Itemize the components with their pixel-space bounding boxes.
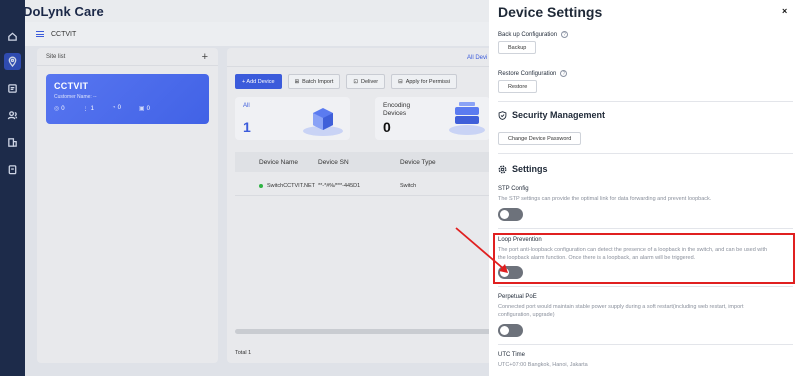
- perpetual-poe-title: Perpetual PoE: [498, 294, 537, 300]
- utc-time-value[interactable]: UTC+07:00 Bangkok, Hanoi, Jakarta: [498, 362, 773, 370]
- deliver-button[interactable]: ⊡ Deliver: [346, 74, 386, 89]
- list-icon[interactable]: [4, 80, 21, 97]
- site-stat-cameras: ◎ 0: [54, 106, 65, 112]
- restore-config-label: Restore Configuration ?: [498, 70, 568, 77]
- section-divider: [498, 228, 793, 229]
- building-icon[interactable]: [4, 134, 21, 151]
- brand-name: DoLynk Care: [23, 4, 104, 19]
- tab-divider: [227, 66, 492, 67]
- breadcrumb: CCTVIT: [25, 22, 500, 46]
- drawer-title: Device Settings: [498, 4, 603, 20]
- add-device-button[interactable]: + Add Device: [235, 74, 282, 89]
- perpetual-poe-toggle[interactable]: [498, 324, 523, 337]
- change-password-button[interactable]: Change Device Password: [498, 132, 582, 145]
- apply-permission-button[interactable]: ⊟ Apply for Permissi: [391, 74, 458, 89]
- column-device-type[interactable]: Device Type: [400, 159, 490, 166]
- section-divider: [498, 286, 793, 287]
- devices-illustration-icon: [303, 108, 343, 136]
- site-stat-switches: ⋮ 1: [82, 106, 94, 112]
- stat-all-value: 1: [243, 119, 251, 135]
- site-name: CCTVIT: [54, 81, 89, 91]
- help-icon[interactable]: ?: [560, 70, 568, 77]
- backup-config-label: Back up Configuration ?: [498, 31, 569, 38]
- perpetual-poe-description: Connected port would maintain stable pow…: [498, 304, 744, 318]
- location-pin-icon[interactable]: [4, 53, 21, 70]
- horizontal-scrollbar[interactable]: [235, 329, 492, 334]
- close-icon[interactable]: ×: [782, 6, 787, 16]
- batch-import-button[interactable]: ⊞ Batch Import: [287, 74, 341, 89]
- section-divider: [498, 153, 793, 154]
- settings-section-title: Settings: [498, 164, 548, 174]
- stat-encoding-label: Encoding Devices: [383, 102, 411, 117]
- site-list-panel: Site list + CCTVIT Customer Name: -- ◎ 0 …: [37, 48, 218, 363]
- clipboard-icon[interactable]: [4, 161, 21, 178]
- deliver-icon: ⊡: [353, 78, 358, 85]
- loop-prevention-highlight-box: [493, 233, 795, 284]
- section-divider: [498, 101, 793, 102]
- device-name-cell: SwitchCCTVIT.NET: [235, 183, 318, 189]
- recorder-icon: ▣: [138, 106, 145, 112]
- shield-icon: [498, 110, 507, 120]
- stat-card-encoding[interactable]: Encoding Devices 0: [375, 97, 490, 140]
- home-icon[interactable]: [4, 28, 21, 45]
- tab-all-devices[interactable]: All Devi: [467, 55, 487, 61]
- menu-icon[interactable]: [36, 31, 44, 37]
- column-device-sn[interactable]: Device SN: [318, 159, 400, 166]
- permission-icon: ⊟: [398, 78, 403, 85]
- stat-card-all[interactable]: All 1: [235, 97, 350, 140]
- import-icon: ⊞: [294, 78, 300, 85]
- device-settings-drawer: Device Settings × Back up Configuration …: [489, 0, 800, 376]
- gear-icon: [498, 165, 507, 173]
- site-stats: ◎ 0 ⋮ 1 ◔ 0 ▣ 0: [54, 105, 201, 112]
- security-section-title: Security Management: [498, 110, 605, 120]
- add-site-button[interactable]: +: [202, 51, 208, 63]
- stp-config-description: The STP settings can provide the optimal…: [498, 196, 712, 202]
- online-status-dot: [259, 183, 263, 188]
- stp-config-toggle[interactable]: [498, 208, 523, 221]
- utc-time-title: UTC Time: [498, 352, 525, 358]
- site-stat-alarms: ◔ 0: [111, 105, 121, 111]
- device-table-header: Device Name Device SN Device Type: [235, 152, 492, 172]
- column-device-name[interactable]: Device Name: [235, 159, 318, 166]
- encoder-illustration-icon: [449, 102, 485, 135]
- section-divider: [498, 344, 793, 345]
- breadcrumb-current: CCTVIT: [51, 30, 77, 38]
- device-type-cell: Switch: [400, 182, 417, 189]
- red-arrow-icon: [455, 227, 508, 273]
- device-toolbar: + Add Device ⊞ Batch Import ⊡ Deliver ⊟ App…: [235, 74, 458, 89]
- help-icon[interactable]: ?: [561, 31, 569, 38]
- site-customer: Customer Name: --: [54, 94, 97, 100]
- stat-all-label: All: [243, 103, 250, 109]
- total-count: Total 1: [235, 350, 252, 356]
- camera-icon: ◎: [54, 106, 60, 112]
- table-row[interactable]: SwitchCCTVIT.NET **-*#%/***-445D1 Switch: [235, 176, 492, 196]
- users-icon[interactable]: [4, 107, 21, 124]
- alarm-icon: ◔: [111, 105, 116, 111]
- stp-config-title: STP Config: [498, 186, 529, 192]
- backup-button[interactable]: Backup: [498, 41, 537, 54]
- stat-encoding-value: 0: [383, 119, 391, 135]
- restore-button[interactable]: Restore: [498, 80, 538, 93]
- nav-rail: [0, 0, 25, 376]
- switch-icon: ⋮: [82, 106, 89, 112]
- device-list-panel: All Devi + Add Device ⊞ Batch Import ⊡ Del…: [227, 48, 492, 363]
- site-stat-recorders: ▣ 0: [138, 106, 150, 112]
- device-sn-cell: **-*#%/***-445D1: [318, 182, 361, 189]
- site-card[interactable]: CCTVIT Customer Name: -- ◎ 0 ⋮ 1 ◔ 0 ▣ 0: [46, 74, 209, 124]
- site-list-title: Site list: [46, 53, 66, 60]
- site-list-header: Site list +: [37, 48, 218, 66]
